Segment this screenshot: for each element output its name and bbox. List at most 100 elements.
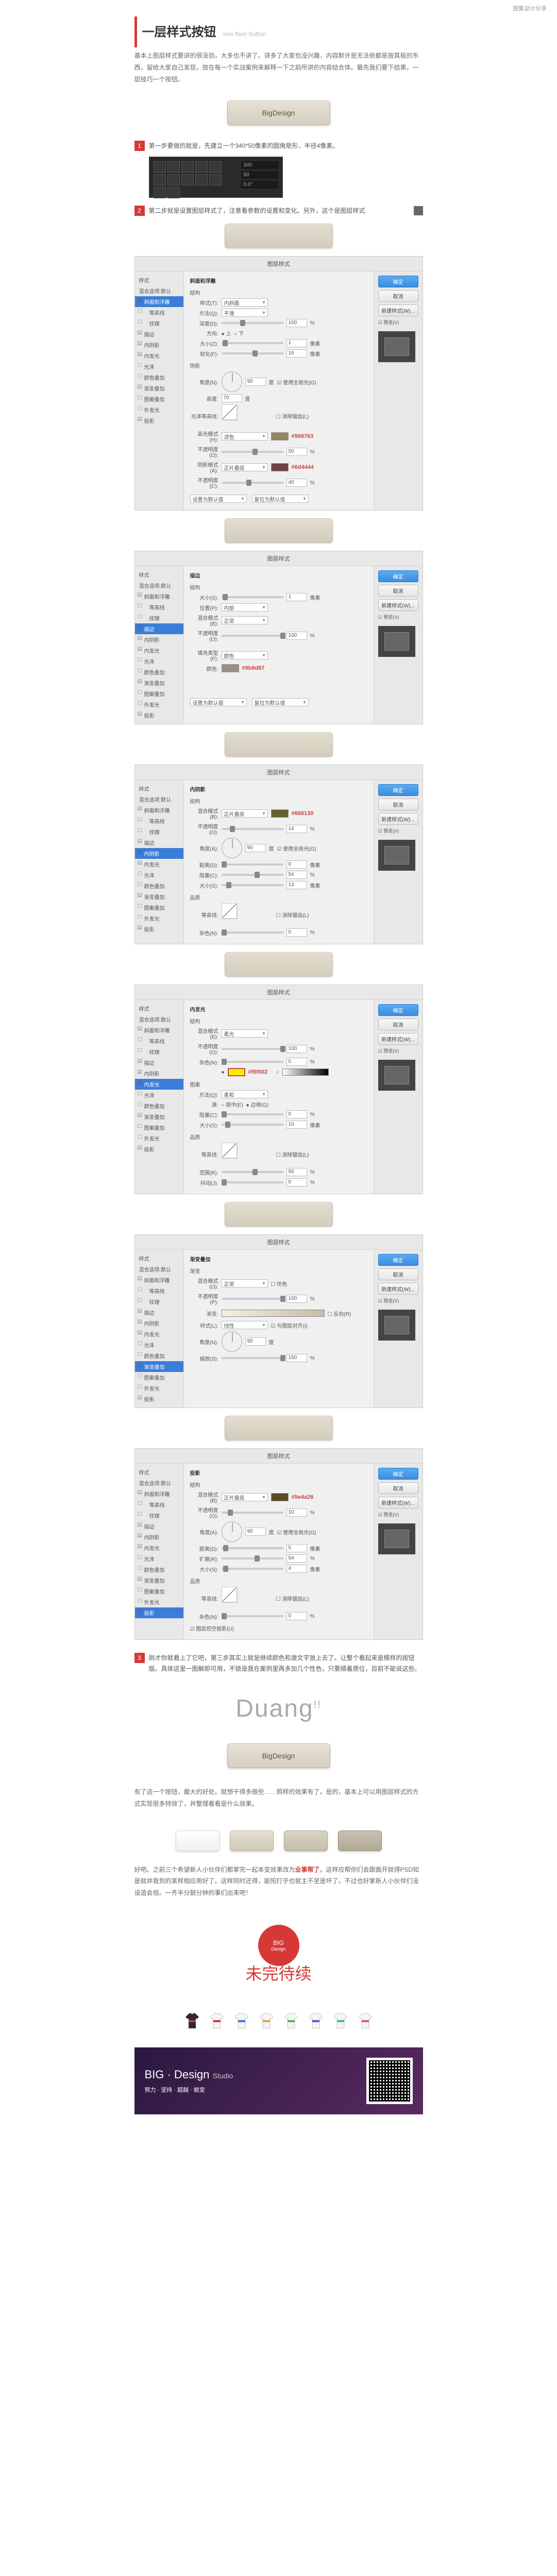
- reverse[interactable]: ☐ 反向(R): [328, 1310, 351, 1317]
- preview-checkbox[interactable]: ☑ 预览(V): [378, 1511, 418, 1518]
- soft-input[interactable]: 16: [286, 349, 307, 358]
- demo-main-button[interactable]: BigDesign: [227, 100, 330, 125]
- spread-input[interactable]: 54: [286, 1554, 307, 1563]
- new-style-button[interactable]: 新建样式(W)...: [378, 1283, 418, 1295]
- ok-button[interactable]: 确定: [378, 276, 418, 287]
- height-input[interactable]: 70: [222, 394, 242, 402]
- size-slider[interactable]: [222, 1124, 283, 1126]
- left-item-1[interactable]: 描边: [135, 837, 183, 848]
- angle-dial[interactable]: [222, 1521, 242, 1542]
- color-swatch[interactable]: [228, 1068, 245, 1076]
- dist-slider[interactable]: [222, 1547, 283, 1549]
- fill-select[interactable]: 颜色: [222, 651, 268, 659]
- left-item-7[interactable]: 图案叠加: [135, 1372, 183, 1383]
- blend-select[interactable]: 正常: [222, 1279, 268, 1287]
- tshirt-icon-7[interactable]: [357, 2013, 374, 2029]
- angle-input[interactable]: 90: [245, 844, 266, 852]
- dither[interactable]: ☐ 仿色: [271, 1280, 288, 1287]
- soft-slider[interactable]: [222, 352, 283, 354]
- reset-default-btn[interactable]: 复位为默认值: [252, 698, 309, 706]
- sd-swatch[interactable]: [271, 463, 289, 471]
- choke-input[interactable]: 0: [286, 1110, 307, 1118]
- hl-op-input[interactable]: 50: [286, 448, 307, 456]
- preview-checkbox[interactable]: ☑ 预览(V): [378, 614, 418, 620]
- tshirt-icon-6[interactable]: [332, 2013, 349, 2029]
- range-input[interactable]: 50: [286, 1168, 307, 1176]
- scale-input[interactable]: 150: [286, 1354, 307, 1362]
- left-item-7[interactable]: 图案叠加: [135, 1586, 183, 1597]
- left-item-7[interactable]: 图案叠加: [135, 394, 183, 404]
- left-item-5[interactable]: 颜色叠加: [135, 1100, 183, 1111]
- new-style-button[interactable]: 新建样式(W)...: [378, 813, 418, 825]
- left-item-3[interactable]: 内发光: [135, 1329, 183, 1340]
- left-subitem-0[interactable]: 等高线: [135, 816, 183, 826]
- dist-slider[interactable]: [222, 863, 283, 866]
- left-subitem-1[interactable]: 纹理: [135, 613, 183, 623]
- dist-input[interactable]: 5: [286, 1544, 307, 1552]
- op-slider[interactable]: [222, 1512, 283, 1514]
- left-item-7[interactable]: 图案叠加: [135, 688, 183, 699]
- anti[interactable]: ☐ 消除锯齿(L): [276, 1595, 309, 1602]
- left-item-0[interactable]: 斜面和浮雕: [135, 1025, 183, 1036]
- left-item-2[interactable]: 内阴影: [135, 340, 183, 350]
- size-input[interactable]: 1: [286, 593, 307, 601]
- ok-button[interactable]: 确定: [378, 784, 418, 796]
- contour-thumb[interactable]: [222, 903, 273, 926]
- contour-thumb[interactable]: [222, 404, 273, 428]
- style-select[interactable]: 线性: [222, 1321, 268, 1329]
- left-item-2[interactable]: 内阴影: [135, 848, 183, 859]
- left-subitem-1[interactable]: 纹理: [135, 1296, 183, 1307]
- left-item-5[interactable]: 颜色叠加: [135, 372, 183, 383]
- cancel-button[interactable]: 取消: [378, 290, 418, 302]
- align[interactable]: ☑ 与图层对齐(I): [271, 1321, 308, 1329]
- src-center[interactable]: ○ 居中(E): [222, 1100, 243, 1108]
- left-subitem-1[interactable]: 纹理: [135, 826, 183, 837]
- left-item-0[interactable]: 斜面和浮雕: [135, 1488, 183, 1499]
- left-subitem-0[interactable]: 等高线: [135, 602, 183, 613]
- global[interactable]: ☑ 使用全局光(G): [277, 844, 316, 852]
- size-slider[interactable]: [222, 884, 283, 886]
- style-select[interactable]: 内斜面: [222, 298, 268, 307]
- left-item-1[interactable]: 描边: [135, 623, 183, 634]
- range-slider[interactable]: [222, 1171, 283, 1173]
- left-item-6[interactable]: 渐变叠加: [135, 1361, 183, 1372]
- new-style-button[interactable]: 新建样式(W)...: [378, 599, 418, 611]
- sd-op-slider[interactable]: [222, 482, 283, 484]
- left-item-9[interactable]: 投影: [135, 710, 183, 721]
- ok-button[interactable]: 确定: [378, 1004, 418, 1016]
- left-item-8[interactable]: 外发光: [135, 913, 183, 924]
- demo-btn-white[interactable]: [176, 1831, 220, 1851]
- hl-op-slider[interactable]: [222, 451, 283, 453]
- left-item-6[interactable]: 渐变叠加: [135, 891, 183, 902]
- left-item-7[interactable]: 图案叠加: [135, 1122, 183, 1133]
- left-item-4[interactable]: 光泽: [135, 1090, 183, 1100]
- left-item-4[interactable]: 光泽: [135, 361, 183, 372]
- preview-checkbox[interactable]: ☑ 预览(V): [378, 827, 418, 834]
- left-subitem-1[interactable]: 纹理: [135, 1046, 183, 1057]
- size-input[interactable]: 10: [286, 1121, 307, 1129]
- noise-slider[interactable]: [222, 931, 283, 934]
- new-style-button[interactable]: 新建样式(W)...: [378, 1033, 418, 1045]
- sd-op-input[interactable]: 40: [286, 479, 307, 487]
- left-item-2[interactable]: 内阴影: [135, 1318, 183, 1329]
- left-item-8[interactable]: 外发光: [135, 404, 183, 415]
- left-item-9[interactable]: 投影: [135, 924, 183, 935]
- demo-btn-beige-2[interactable]: [284, 1831, 328, 1851]
- grad-radio[interactable]: ○: [276, 1070, 279, 1075]
- choke-input[interactable]: 54: [286, 871, 307, 879]
- anti-alias[interactable]: ☐ 消除锯齿(L): [276, 412, 309, 420]
- left-item-9[interactable]: 投影: [135, 1394, 183, 1404]
- global[interactable]: ☑ 使用全局光(G): [277, 1528, 316, 1536]
- demo-btn-dark[interactable]: [338, 1831, 382, 1851]
- blend-select[interactable]: 正片叠底: [222, 809, 268, 818]
- left-item-1[interactable]: 描边: [135, 1057, 183, 1068]
- left-item-5[interactable]: 颜色叠加: [135, 667, 183, 677]
- blend-select[interactable]: 柔光: [222, 1029, 268, 1038]
- left-item-8[interactable]: 外发光: [135, 1597, 183, 1607]
- angle-input[interactable]: 90: [245, 1337, 266, 1346]
- left-subitem-0[interactable]: 等高线: [135, 1285, 183, 1296]
- preview-checkbox[interactable]: ☑ 预览(V): [378, 1297, 418, 1304]
- noise-input[interactable]: 0: [286, 1612, 307, 1620]
- left-item-5[interactable]: 颜色叠加: [135, 1350, 183, 1361]
- depth-input[interactable]: 100: [286, 319, 307, 327]
